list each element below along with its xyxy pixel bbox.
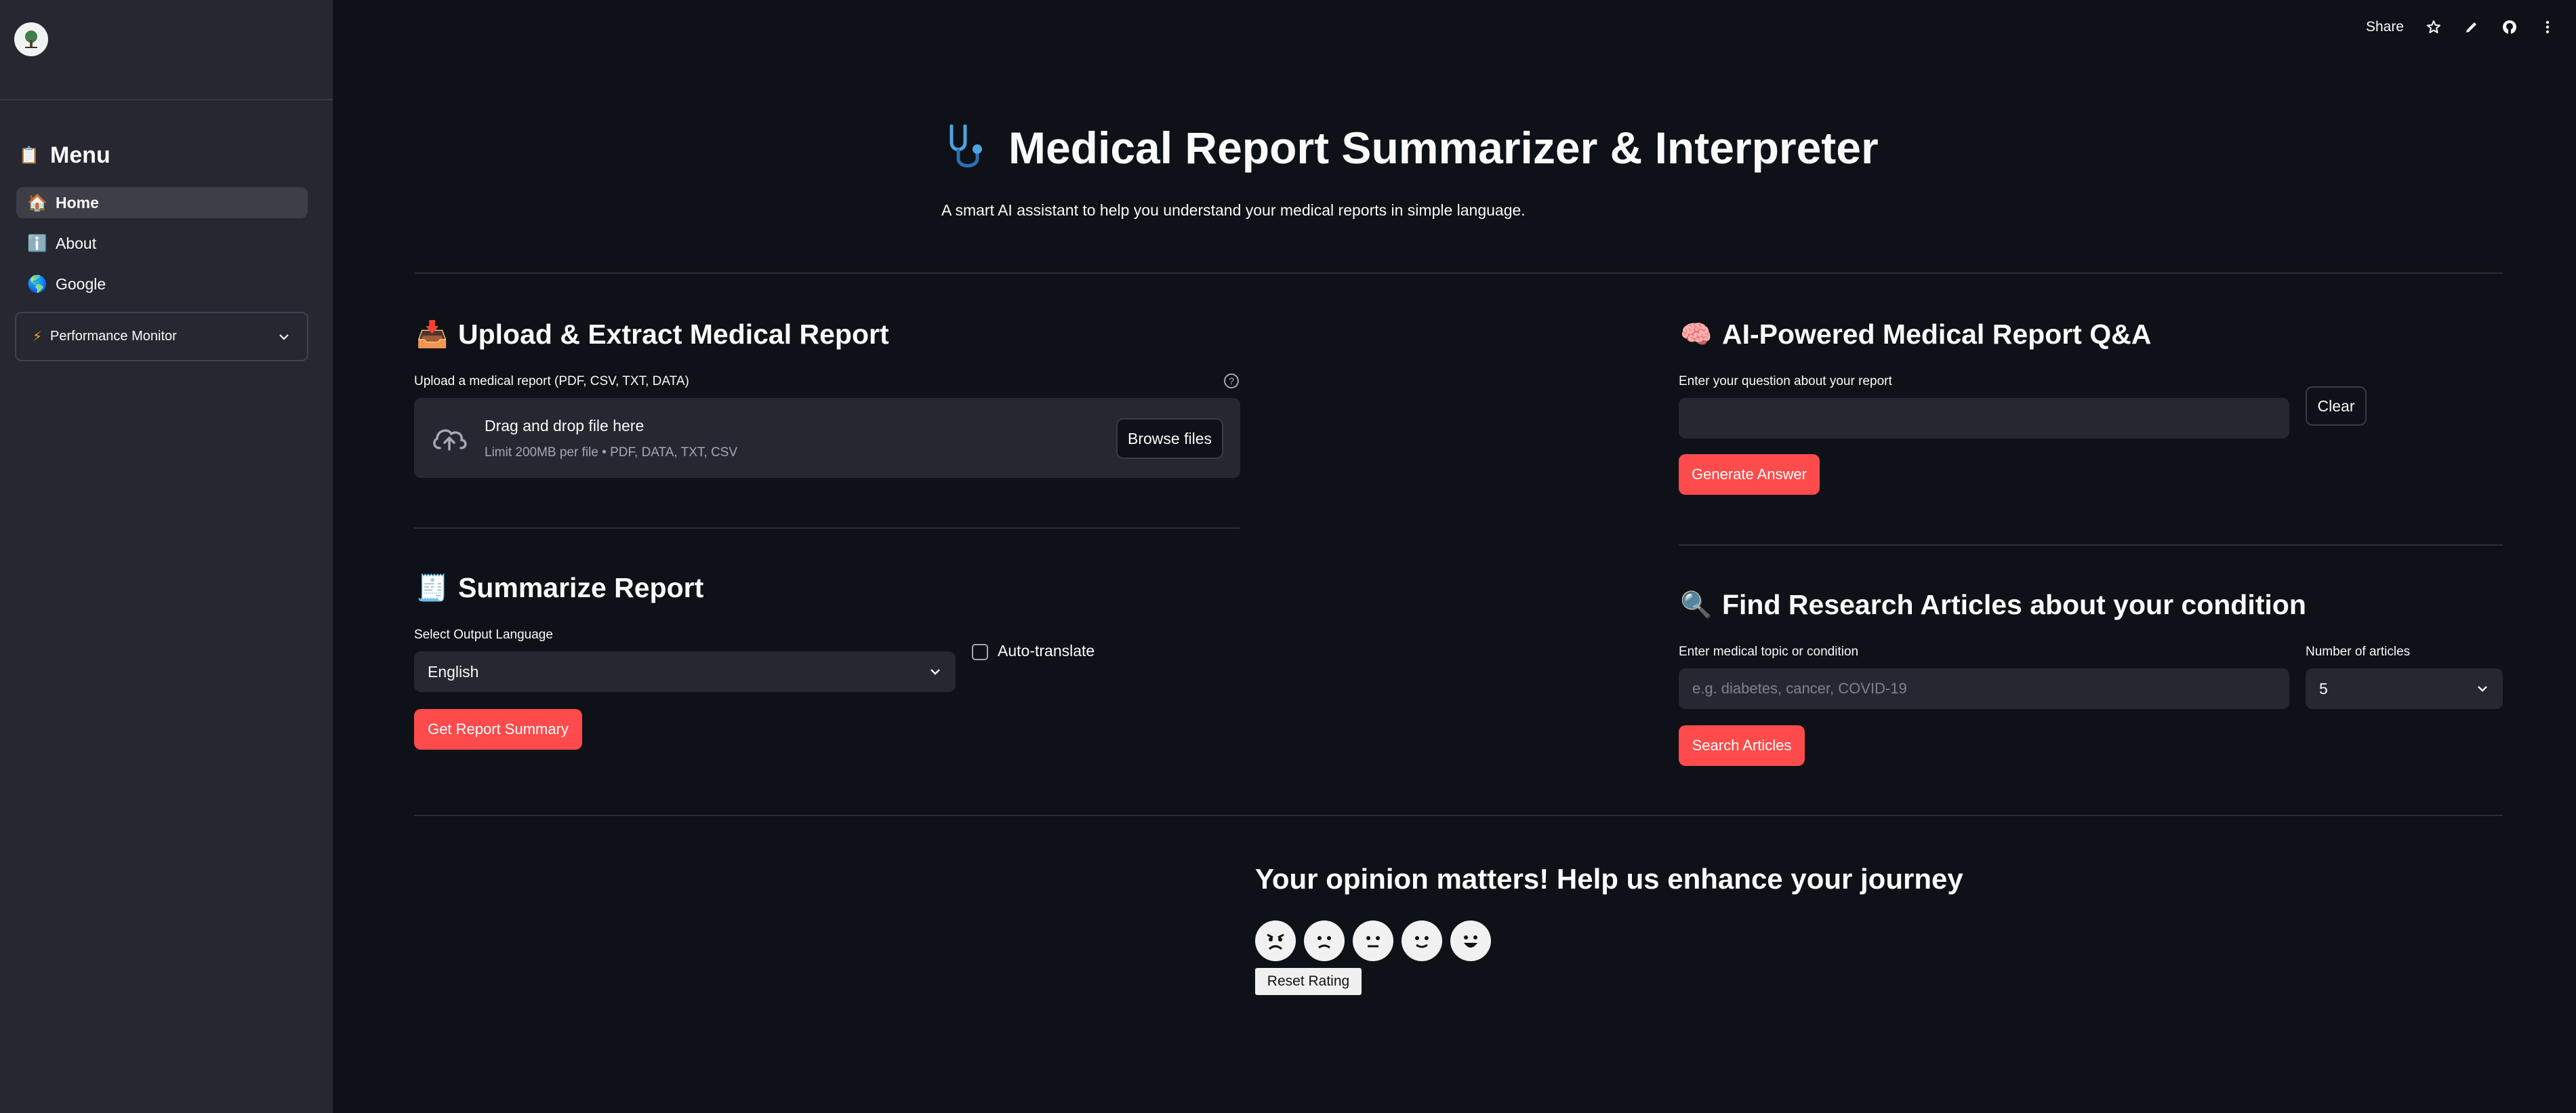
more-vertical-icon[interactable] (2539, 19, 2556, 35)
sidebar-item-label: Google (56, 275, 106, 293)
generate-answer-button[interactable]: Generate Answer (1679, 454, 1820, 495)
receipt-icon: 🧾 (416, 573, 449, 603)
performance-monitor-label: Performance Monitor (50, 329, 177, 344)
upload-section-title: 📥 Upload & Extract Medical Report (416, 319, 889, 350)
dropzone-text: Drag and drop file here (485, 417, 645, 434)
cloud-upload-icon (433, 429, 467, 451)
rating-faces (1255, 920, 1491, 961)
angry-face-icon[interactable] (1255, 920, 1296, 961)
slight-smile-icon[interactable] (1402, 920, 1442, 961)
sidebar-item-label: Home (56, 193, 99, 211)
language-label: Select Output Language (414, 628, 553, 642)
qa-section-title: 🧠 AI-Powered Medical Report Q&A (1680, 319, 2152, 350)
auto-translate-label: Auto-translate (998, 642, 1095, 660)
tree-logo-icon (25, 31, 37, 48)
grin-face-icon[interactable] (1450, 920, 1491, 961)
page-title-text: Medical Report Summarizer & Interpreter (1008, 123, 1879, 173)
edit-icon[interactable] (2463, 19, 2480, 35)
language-select-value: English (428, 662, 479, 681)
magnifier-icon: 🔍 (1680, 590, 1713, 620)
star-icon[interactable] (2426, 19, 2442, 35)
page-subtitle: A smart AI assistant to help you underst… (941, 201, 1526, 219)
research-section-title: 🔍 Find Research Articles about your cond… (1680, 589, 2306, 621)
chevron-down-icon (931, 669, 940, 675)
chevron-down-icon (2478, 686, 2487, 692)
app-logo[interactable] (14, 22, 48, 56)
dropzone-limit-text: Limit 200MB per file • PDF, DATA, TXT, C… (485, 445, 738, 460)
inbox-tray-icon: 📥 (416, 320, 449, 349)
get-report-summary-button[interactable]: Get Report Summary (414, 709, 582, 750)
github-icon[interactable] (2501, 19, 2518, 35)
clipboard-icon: 📋 (19, 146, 39, 165)
home-icon: 🏠 (27, 193, 47, 212)
reset-rating-button[interactable]: Reset Rating (1255, 968, 1362, 995)
qa-title-text: AI-Powered Medical Report Q&A (1722, 319, 2152, 350)
menu-title-label: Menu (50, 142, 110, 168)
browse-files-button[interactable]: Browse files (1116, 418, 1223, 459)
topic-input[interactable]: e.g. diabetes, cancer, COVID-19 (1679, 668, 2289, 709)
auto-translate-checkbox[interactable] (972, 644, 988, 660)
divider (414, 272, 2503, 274)
file-dropzone[interactable]: Drag and drop file here Limit 200MB per … (414, 398, 1240, 478)
question-input[interactable] (1679, 398, 2289, 439)
sidebar-item-google[interactable]: 🌎 Google (16, 268, 308, 300)
help-icon[interactable]: ? (1224, 373, 1239, 388)
upload-title-text: Upload & Extract Medical Report (458, 319, 889, 350)
question-label: Enter your question about your report (1679, 374, 1892, 388)
share-button[interactable]: Share (2366, 19, 2404, 35)
feedback-title: Your opinion matters! Help us enhance yo… (1255, 863, 1963, 895)
sidebar-divider (0, 99, 333, 100)
divider (1679, 544, 2503, 546)
sidebar-item-about[interactable]: ℹ️ About (16, 228, 308, 259)
stethoscope-icon (949, 124, 982, 167)
chevron-down-icon (279, 333, 289, 340)
topic-label: Enter medical topic or condition (1679, 645, 1859, 659)
article-count-label: Number of articles (2306, 645, 2411, 659)
article-count-select[interactable]: 5 (2306, 668, 2503, 709)
globe-icon: 🌎 (27, 275, 47, 294)
sidebar: 📋 Menu 🏠 Home ℹ️ About 🌎 Google ⚡ Perfor… (0, 0, 333, 1113)
search-articles-button[interactable]: Search Articles (1679, 725, 1805, 766)
performance-monitor-expander[interactable]: ⚡ Performance Monitor (15, 312, 308, 361)
research-title-text: Find Research Articles about your condit… (1722, 589, 2306, 620)
menu-title: 📋 Menu (19, 142, 110, 169)
clear-button[interactable]: Clear (2306, 386, 2367, 426)
page-title: Medical Report Summarizer & Interpreter (942, 122, 1879, 174)
sad-face-icon[interactable] (1304, 920, 1345, 961)
sidebar-item-label: About (56, 234, 97, 252)
divider (414, 527, 1240, 529)
neutral-face-icon[interactable] (1353, 920, 1393, 961)
info-icon: ℹ️ (27, 234, 47, 253)
summarize-section-title: 🧾 Summarize Report (416, 572, 704, 604)
article-count-value: 5 (2319, 679, 2328, 697)
divider (414, 815, 2503, 816)
language-select[interactable]: English (414, 651, 956, 692)
summarize-title-text: Summarize Report (458, 572, 704, 603)
sidebar-item-home[interactable]: 🏠 Home (16, 187, 308, 218)
brain-icon: 🧠 (1680, 320, 1713, 349)
lightning-icon: ⚡ (33, 329, 43, 344)
upload-label: Upload a medical report (PDF, CSV, TXT, … (414, 374, 689, 388)
top-toolbar: Share (2366, 19, 2556, 35)
